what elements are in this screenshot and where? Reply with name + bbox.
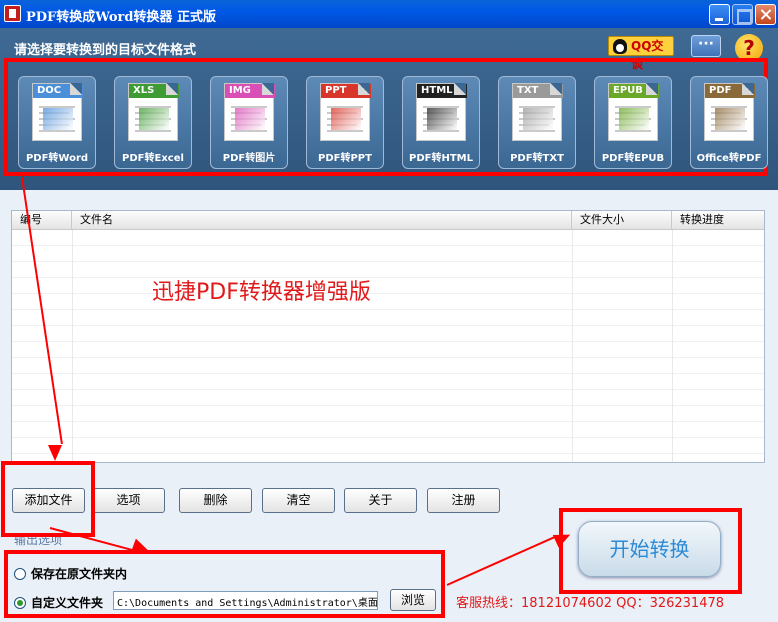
text-line [327, 130, 363, 132]
about-button[interactable]: 关于 [344, 488, 417, 513]
ppt-file-icon: PPT [320, 83, 371, 141]
title-bar: PDF转换成Word转换器 正式版 [0, 0, 778, 28]
qq-chat-button[interactable]: QQ交谈 [608, 36, 674, 71]
column-header-progress[interactable]: 转换进度 [672, 211, 764, 230]
text-line [615, 130, 651, 132]
column-header-filename[interactable]: 文件名 [72, 211, 572, 230]
format-button-txt[interactable]: TXT PDF转TXT [498, 76, 576, 169]
format-graphic [331, 108, 361, 130]
format-tag: XLS [129, 84, 179, 98]
support-hotline: 客服热线：18121074602 QQ：326231478 [456, 596, 725, 611]
format-label: Office转PDF [696, 153, 762, 164]
window-title: PDF转换成Word转换器 正式版 [26, 10, 216, 25]
column-header-filesize[interactable]: 文件大小 [572, 211, 672, 230]
format-panel: 请选择要转换到的目标文件格式 QQ交谈 ··· ? DOC PDF转Word XLS… [0, 28, 778, 190]
format-button-xls[interactable]: XLS PDF转Excel [114, 76, 192, 169]
product-watermark: 迅捷PDF转换器增强版 [152, 280, 371, 305]
annotation-arrow-head [48, 445, 62, 461]
format-button-html[interactable]: HTML PDF转HTML [402, 76, 480, 169]
format-tag: PDF [705, 84, 755, 98]
table-header: 编号 文件名 文件大小 转换进度 [12, 211, 764, 230]
column-divider [72, 230, 73, 462]
maximize-button[interactable] [732, 4, 753, 25]
column-divider [572, 230, 573, 462]
format-button-ppt[interactable]: PPT PDF转PPT [306, 76, 384, 169]
file-list-area: 编号 文件名 文件大小 转换进度 迅捷PDF转换器增强版 [0, 190, 778, 476]
text-line [231, 130, 267, 132]
menu-button[interactable]: ··· [691, 35, 721, 57]
qq-penguin-icon [613, 39, 627, 54]
format-selector-highlight: DOC PDF转Word XLS PDF转Excel IMG PDF转图片 PPT PDF转P… [4, 58, 768, 176]
start-button-highlight [559, 508, 742, 594]
text-line [39, 130, 75, 132]
format-label: PDF转Word [25, 153, 89, 164]
format-graphic [43, 108, 73, 130]
add-file-highlight [1, 461, 95, 537]
format-tag: HTML [417, 84, 467, 98]
pdf-file-icon: PDF [704, 83, 755, 141]
format-button-epub[interactable]: EPUB PDF转EPUB [594, 76, 672, 169]
output-options-highlight [4, 550, 445, 618]
text-line [711, 130, 747, 132]
format-tag: TXT [513, 84, 563, 98]
column-header-index[interactable]: 编号 [12, 211, 72, 230]
epub-file-icon: EPUB [608, 83, 659, 141]
format-prompt: 请选择要转换到的目标文件格式 [14, 43, 197, 58]
format-graphic [523, 108, 553, 130]
format-tag: EPUB [609, 84, 659, 98]
format-label: PDF转HTML [409, 153, 473, 164]
format-graphic [235, 108, 265, 130]
column-divider [672, 230, 673, 462]
text-line [135, 130, 171, 132]
format-tag: DOC [33, 84, 83, 98]
format-label: PDF转Excel [122, 153, 184, 164]
table-body [12, 230, 764, 462]
format-label: PDF转EPUB [601, 153, 665, 164]
minimize-button[interactable] [709, 4, 730, 25]
options-button[interactable]: 选项 [92, 488, 165, 513]
close-button[interactable] [755, 4, 776, 25]
app-pdf-icon [4, 5, 21, 22]
format-button-doc[interactable]: DOC PDF转Word [18, 76, 96, 169]
xls-file-icon: XLS [128, 83, 179, 141]
clear-button[interactable]: 清空 [262, 488, 335, 513]
text-line [423, 130, 459, 132]
register-button[interactable]: 注册 [427, 488, 500, 513]
format-graphic [619, 108, 649, 130]
doc-file-icon: DOC [32, 83, 83, 141]
format-label: PDF转TXT [510, 153, 564, 164]
delete-button[interactable]: 删除 [179, 488, 252, 513]
format-tag: PPT [321, 84, 371, 98]
format-tag: IMG [225, 84, 275, 98]
format-button-img[interactable]: IMG PDF转图片 [210, 76, 288, 169]
img-file-icon: IMG [224, 83, 275, 141]
format-graphic [427, 108, 457, 130]
format-graphic [139, 108, 169, 130]
format-label: PDF转图片 [222, 153, 276, 164]
file-table[interactable]: 编号 文件名 文件大小 转换进度 迅捷PDF转换器增强版 [11, 210, 765, 463]
format-button-pdf[interactable]: PDF Office转PDF [690, 76, 768, 169]
txt-file-icon: TXT [512, 83, 563, 141]
html-file-icon: HTML [416, 83, 467, 141]
format-graphic [715, 108, 745, 130]
text-line [519, 130, 555, 132]
format-label: PDF转PPT [318, 153, 372, 164]
